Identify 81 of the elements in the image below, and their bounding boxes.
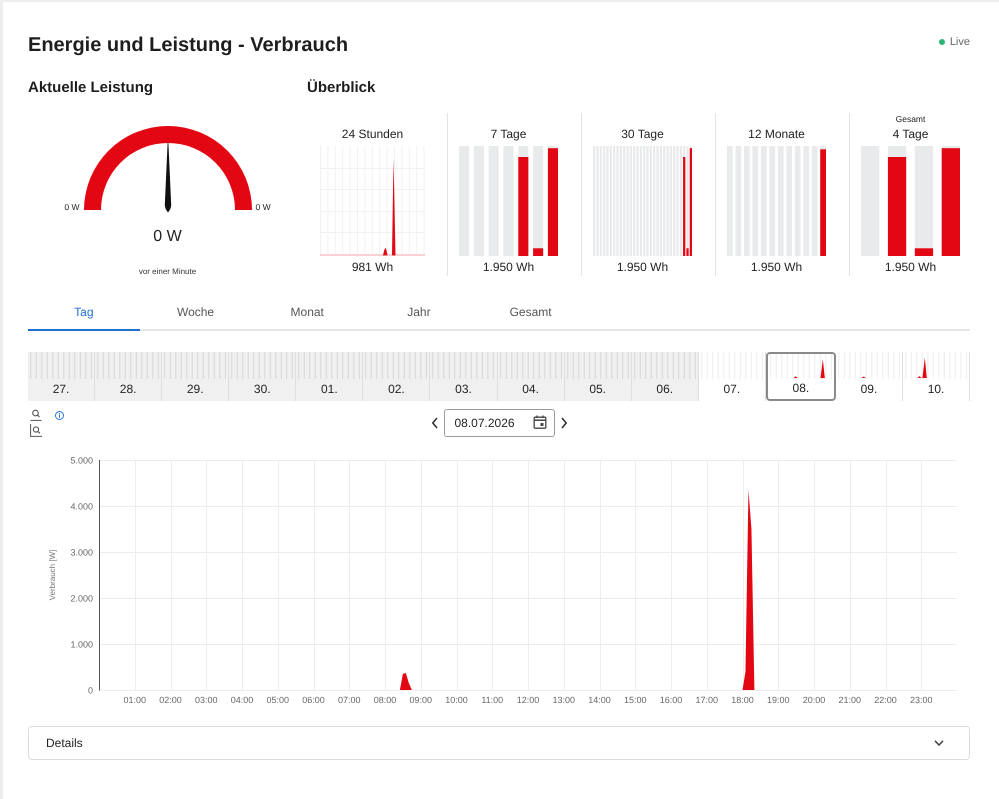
x-tick-label: 10:00: [445, 695, 468, 705]
chevron-down-icon: [934, 740, 944, 746]
sparkline-drawing: [836, 352, 902, 379]
tab[interactable]: Woche: [140, 298, 252, 331]
period-title: 4 Tage: [892, 126, 928, 143]
sparkline-drawing: [768, 354, 834, 379]
x-tick-label: 17:00: [695, 695, 718, 705]
magnifier-corner-icon[interactable]: [30, 424, 42, 437]
x-tick-label: 19:00: [766, 695, 790, 705]
x-tick-label: 18:00: [731, 695, 754, 705]
chevron-right-icon[interactable]: [560, 417, 568, 429]
chevron-left-icon[interactable]: [430, 417, 438, 429]
date-field[interactable]: 08.07.2026: [444, 409, 554, 437]
x-tick-label: 21:00: [838, 695, 862, 705]
caption-label: Gesamt: [896, 113, 926, 125]
y-tick-label: 3.000: [70, 548, 93, 558]
timestamp: vor einer Minute: [138, 266, 196, 278]
sparkline-drawing: [903, 352, 970, 379]
period-title: 7 Tage: [490, 126, 526, 143]
y-tick-label: 2.000: [70, 594, 93, 604]
page-title: Energie und Leistung - Verbrauch: [28, 33, 348, 58]
magnifier-line-icon[interactable]: [30, 409, 42, 421]
x-tick-label: 11:00: [481, 695, 504, 705]
period-title: 24 Stunden: [342, 126, 404, 143]
tab[interactable]: Monat: [251, 298, 364, 331]
tab[interactable]: Gesamt: [474, 298, 586, 331]
section-heading: Überblick: [307, 78, 376, 98]
x-tick-label: 15:00: [624, 695, 647, 705]
sparkline-drawing: [95, 352, 162, 379]
sparkline-drawing: [229, 352, 296, 379]
y-tick-label: 5.000: [70, 456, 93, 466]
sparkline-drawing: [564, 352, 631, 379]
tab[interactable]: Tag: [28, 298, 140, 331]
sparkline-drawing: [162, 352, 228, 379]
details-toggle[interactable]: Details: [28, 726, 970, 760]
x-tick-label: 12:00: [516, 695, 540, 705]
period-title: 30 Tage: [621, 126, 664, 143]
info-icon[interactable]: [55, 411, 64, 420]
sparkline-drawing: [28, 352, 94, 379]
energy-value: 981 Wh: [352, 259, 394, 276]
day-tile[interactable]: 10.: [903, 352, 970, 401]
x-tick-label: 22:00: [874, 695, 897, 705]
day-tile[interactable]: 09.: [836, 352, 904, 401]
sparkline-drawing: [363, 352, 430, 379]
x-tick-label: 02:00: [159, 695, 182, 705]
energy-value: 1.950 Wh: [750, 259, 802, 276]
y-tick-label: 4.000: [70, 502, 93, 512]
gauge-min-label: 0 W: [64, 202, 80, 213]
x-tick-label: 23:00: [910, 695, 933, 705]
x-tick-label: 08:00: [374, 695, 396, 705]
x-tick-label: 05:00: [266, 695, 290, 705]
x-tick-label: 13:00: [552, 695, 576, 705]
x-tick-label: 09:00: [409, 695, 432, 705]
calendar-icon[interactable]: [532, 415, 546, 429]
sparkline-drawing: [296, 352, 362, 379]
section-heading: Aktuelle Leistung: [28, 78, 154, 98]
sparkline-drawing: [698, 352, 765, 379]
sparkline-drawing: [498, 352, 564, 379]
day-tile[interactable]: 08.: [766, 352, 836, 401]
x-tick-label: 03:00: [194, 695, 218, 705]
y-axis-title: Verbrauch [W]: [48, 550, 57, 600]
x-tick-label: 16:00: [660, 695, 682, 705]
sparkline-drawing: [632, 352, 698, 379]
x-tick-label: 20:00: [802, 695, 826, 705]
x-tick-label: 06:00: [302, 695, 325, 705]
energy-value: 1.950 Wh: [616, 259, 668, 276]
live-label: Live: [950, 35, 970, 49]
x-tick-label: 01:00: [123, 695, 146, 705]
tab[interactable]: Jahr: [363, 298, 475, 331]
x-tick-label: 14:00: [588, 695, 611, 705]
energy-value: 1.950 Wh: [884, 259, 936, 276]
gauge-value: 0 W: [153, 227, 182, 247]
period-title: 12 Monate: [748, 126, 805, 143]
y-tick-label: 1.000: [70, 640, 93, 650]
y-tick-label: 0: [88, 686, 93, 696]
x-tick-label: 04:00: [230, 695, 254, 705]
gauge-max-label: 0 W: [256, 202, 271, 213]
x-tick-label: 07:00: [338, 695, 361, 705]
energy-value: 1.950 Wh: [482, 259, 534, 276]
day-tile[interactable]: 07.: [698, 352, 766, 401]
sparkline-drawing: [430, 352, 497, 379]
